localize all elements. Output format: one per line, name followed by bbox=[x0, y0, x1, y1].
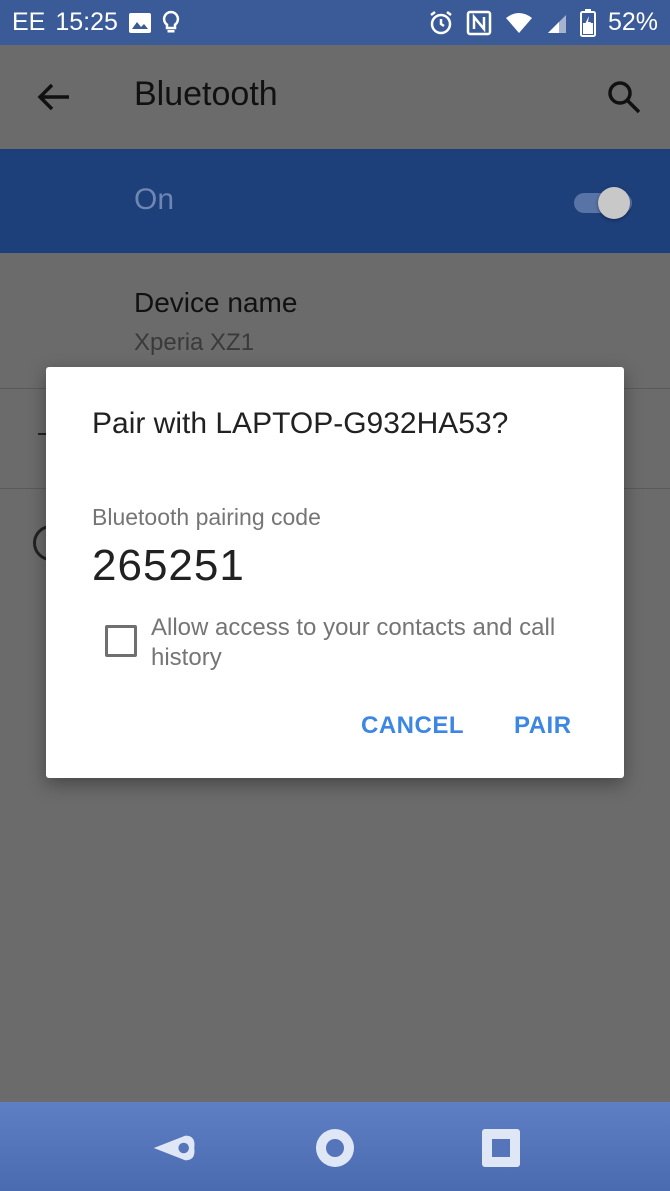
pairing-code: 265251 bbox=[92, 541, 245, 590]
app-bar: Bluetooth bbox=[0, 45, 670, 149]
carrier-text: EE bbox=[12, 8, 46, 36]
search-button[interactable] bbox=[600, 73, 648, 121]
lightbulb-icon bbox=[162, 10, 180, 36]
alarm-icon bbox=[428, 10, 454, 36]
nav-back-icon bbox=[153, 1135, 195, 1161]
status-bar: EE 15:25 52% bbox=[0, 0, 670, 45]
image-icon bbox=[128, 12, 152, 34]
battery-percent: 52% bbox=[607, 8, 658, 36]
page-title: Bluetooth bbox=[134, 75, 278, 113]
toggle-label: On bbox=[134, 183, 175, 216]
arrow-left-icon bbox=[37, 83, 69, 111]
nav-home-button[interactable] bbox=[313, 1126, 357, 1170]
status-left: EE 15:25 bbox=[12, 8, 180, 37]
pair-button[interactable]: PAIR bbox=[514, 712, 572, 740]
dialog-title: Pair with LAPTOP-G932HA53? bbox=[92, 407, 509, 440]
battery-icon bbox=[579, 8, 596, 37]
wifi-icon bbox=[504, 11, 534, 35]
signal-icon bbox=[546, 11, 568, 35]
status-right: 52% bbox=[428, 8, 658, 37]
switch-thumb bbox=[598, 187, 630, 219]
nav-recent-icon bbox=[482, 1129, 520, 1167]
nfc-icon bbox=[466, 10, 492, 36]
bluetooth-toggle-row[interactable]: On bbox=[0, 149, 670, 253]
clock-text: 15:25 bbox=[55, 8, 118, 36]
device-name-title: Device name bbox=[134, 287, 298, 318]
pairing-code-label: Bluetooth pairing code bbox=[92, 504, 321, 530]
search-icon bbox=[608, 81, 641, 114]
nav-home-icon bbox=[316, 1129, 354, 1167]
contacts-access-label[interactable]: Allow access to your contacts and call h… bbox=[151, 613, 611, 673]
bluetooth-switch[interactable] bbox=[574, 187, 636, 219]
navigation-bar bbox=[0, 1102, 670, 1191]
pairing-dialog: Pair with LAPTOP-G932HA53? Bluetooth pai… bbox=[46, 367, 624, 778]
contacts-access-checkbox[interactable] bbox=[105, 625, 137, 657]
nav-back-button[interactable] bbox=[152, 1126, 196, 1170]
nav-recent-button[interactable] bbox=[479, 1126, 523, 1170]
back-button[interactable] bbox=[30, 73, 78, 121]
cancel-button[interactable]: CANCEL bbox=[361, 712, 464, 740]
device-name-value: Xperia XZ1 bbox=[134, 329, 255, 356]
